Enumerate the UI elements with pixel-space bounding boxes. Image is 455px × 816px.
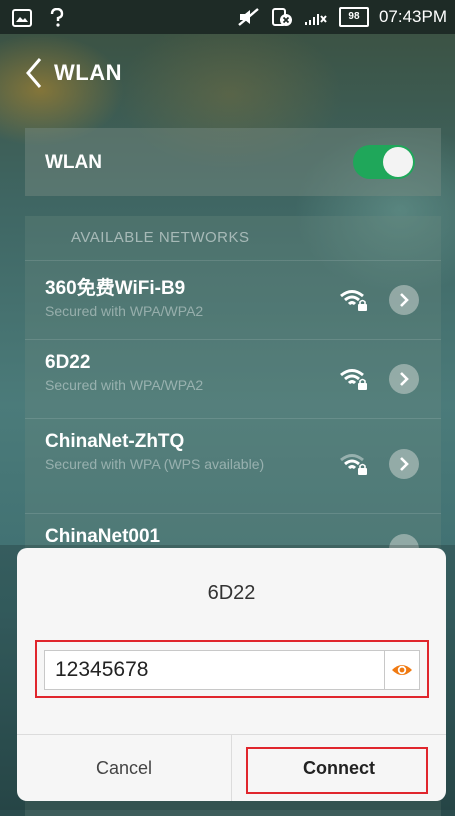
wlan-toggle-label: WLAN (45, 152, 102, 173)
network-name: ChinaNet-ZhTQ (45, 431, 185, 452)
show-password-toggle[interactable] (384, 650, 420, 690)
password-input[interactable] (44, 650, 384, 690)
cancel-button[interactable]: Cancel (17, 735, 231, 801)
page-title: WLAN (54, 60, 122, 85)
wifi-locked-weak-icon (340, 454, 367, 475)
wifi-locked-icon (340, 369, 367, 390)
image-notification-icon (12, 9, 32, 27)
network-name: ChinaNet001 (45, 526, 161, 547)
network-row[interactable]: 6D22 Secured with WPA/WPA2 (25, 339, 441, 418)
wifi-locked-icon (340, 290, 367, 311)
signal-icon (304, 14, 327, 25)
network-security: Secured with WPA/WPA2 (45, 303, 204, 319)
no-sim-icon (271, 8, 292, 26)
wifi-password-dialog: 6D22 Cancel Connect (17, 548, 446, 801)
network-name: 6D22 (45, 352, 91, 373)
chevron-right-icon (400, 372, 409, 386)
password-input-highlight (35, 640, 429, 698)
toggle-knob (383, 147, 413, 177)
network-details-button[interactable] (389, 364, 419, 394)
eye-icon (392, 665, 412, 675)
connect-button-highlight (246, 747, 428, 794)
chevron-right-icon (400, 457, 409, 471)
network-security: Secured with WPA (WPS available) (45, 456, 265, 472)
status-bar: 98 07:43PM (0, 0, 455, 34)
wlan-toggle-row: WLAN (25, 128, 441, 196)
wlan-toggle-switch[interactable] (353, 145, 415, 179)
available-networks-header: AVAILABLE NETWORKS (71, 229, 250, 246)
network-security: Secured with WPA/WPA2 (45, 377, 204, 393)
app-header: WLAN (0, 34, 455, 112)
network-details-button[interactable] (389, 449, 419, 479)
network-row[interactable]: 360免费WiFi-B9 Secured with WPA/WPA2 (25, 260, 441, 339)
battery-icon: 98 (338, 7, 369, 27)
mute-icon (238, 8, 259, 26)
network-row[interactable]: ChinaNet-ZhTQ Secured with WPA (WPS avai… (25, 418, 441, 513)
chevron-right-icon (400, 293, 409, 307)
network-name: 360免费WiFi-B9 (45, 278, 186, 299)
question-notification-icon (50, 8, 64, 27)
dialog-title: 6D22 (207, 582, 256, 604)
network-details-button[interactable] (389, 285, 419, 315)
status-time: 07:43PM (378, 7, 447, 26)
back-arrow-icon[interactable] (22, 55, 46, 91)
